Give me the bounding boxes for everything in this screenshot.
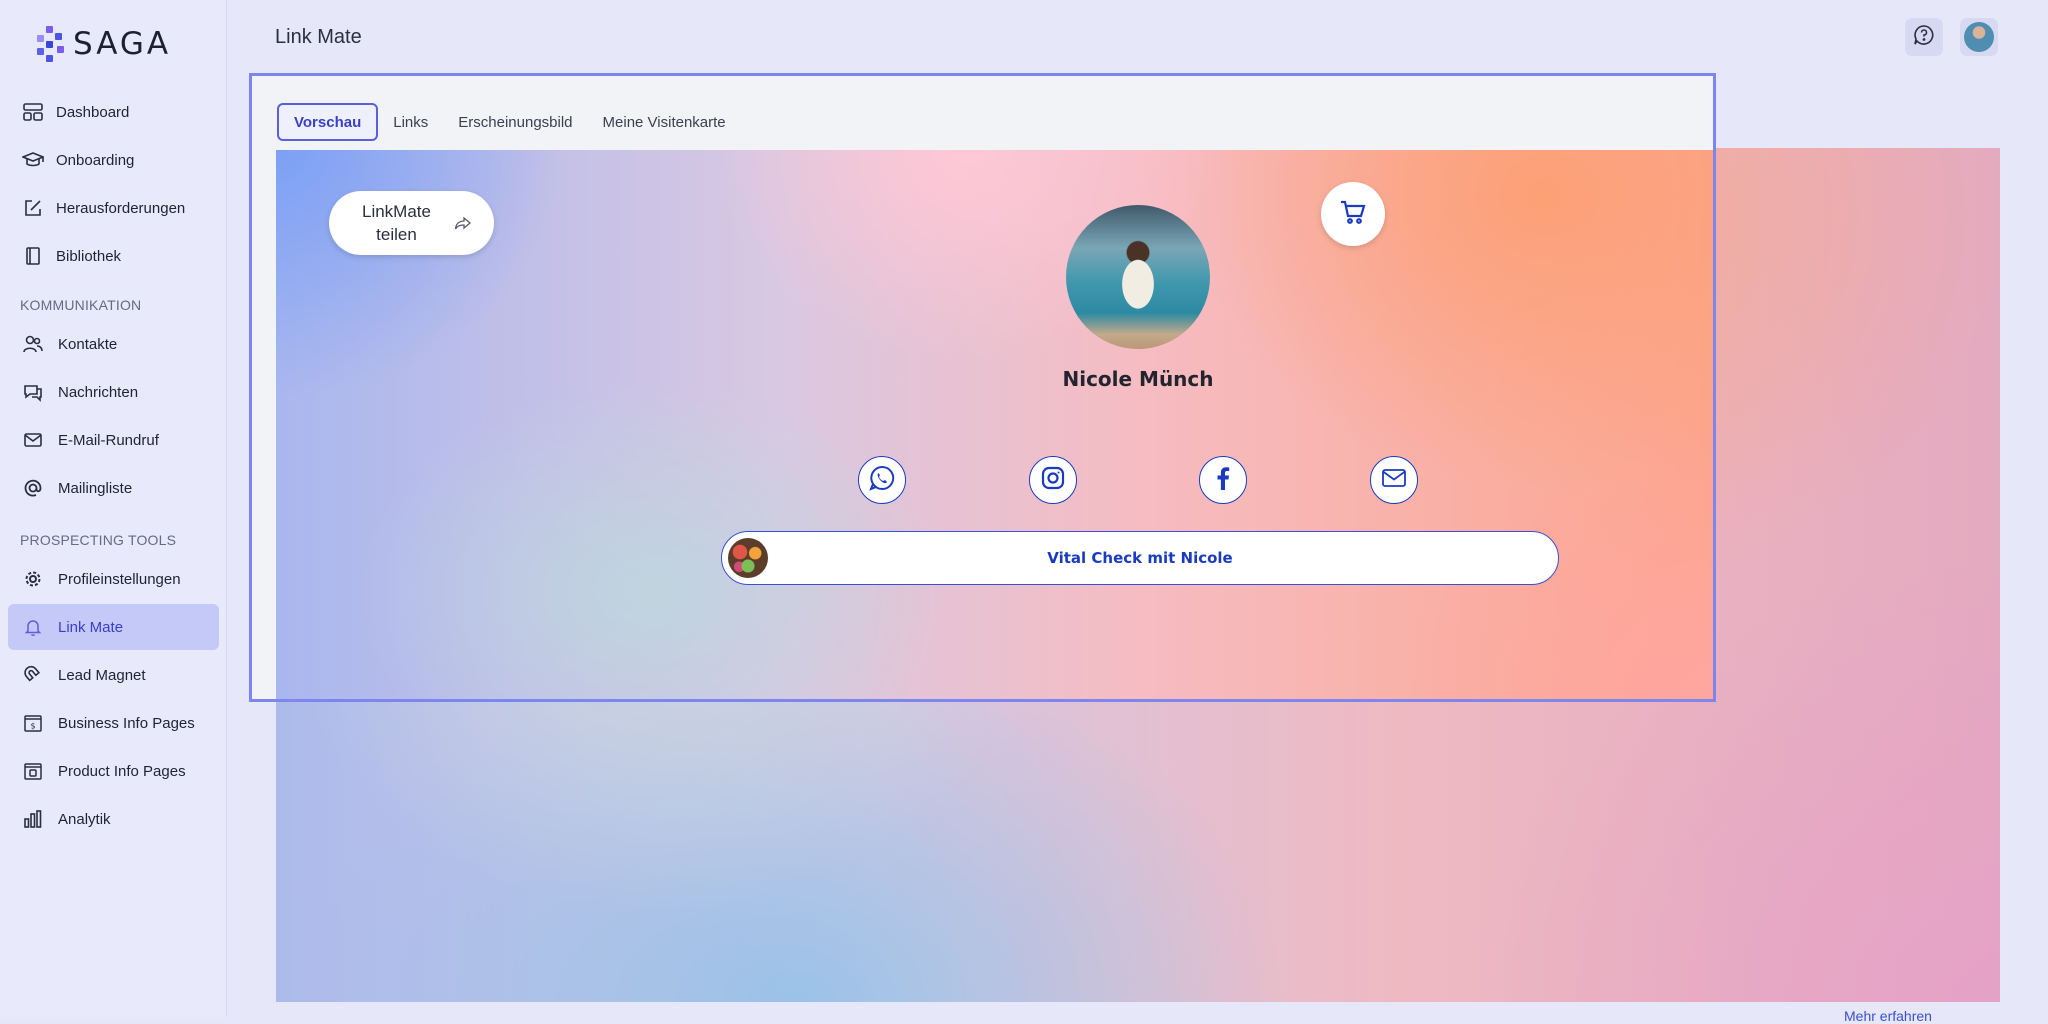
share-linkmate-button[interactable]: LinkMate teilen: [329, 191, 494, 255]
link-button-label: Vital Check mit Nicole: [1047, 549, 1233, 567]
shop-cart-button[interactable]: [1321, 182, 1385, 246]
learn-more-link[interactable]: Mehr erfahren: [1844, 1008, 1932, 1024]
sidebar-item-label: Profileinstellungen: [58, 570, 181, 588]
logo[interactable]: SAGA: [33, 24, 171, 64]
graduation-cap-icon: [22, 149, 44, 171]
sidebar-item-dashboard[interactable]: Dashboard: [8, 89, 219, 135]
gear-icon: [22, 568, 44, 590]
facebook-icon: [1209, 464, 1237, 497]
sidebar-item-label: Dashboard: [56, 103, 130, 121]
sidebar-item-label: Bibliothek: [56, 247, 122, 265]
section-heading-prospecting: PROSPECTING TOOLS: [20, 532, 177, 548]
sidebar-item-label: Herausforderungen: [56, 199, 186, 217]
sidebar-item-onboarding[interactable]: Onboarding: [8, 137, 219, 183]
link-button-vital-check[interactable]: Vital Check mit Nicole: [721, 531, 1559, 585]
sidebar-item-label: Analytik: [58, 810, 111, 828]
shopping-cart-icon: [1338, 197, 1368, 232]
avatar: [1964, 22, 1994, 52]
user-avatar-button[interactable]: [1960, 18, 1998, 56]
profile-photo: [1066, 205, 1210, 349]
page-title: Link Mate: [275, 26, 362, 48]
sidebar-item-label: Lead Magnet: [58, 666, 146, 684]
email-button[interactable]: [1370, 456, 1418, 504]
sidebar-item-lead-magnet[interactable]: Lead Magnet: [8, 652, 219, 698]
link-thumbnail: [728, 538, 768, 578]
whatsapp-icon: [867, 463, 897, 498]
whatsapp-button[interactable]: [858, 456, 906, 504]
sidebar-item-email-rundruf[interactable]: E-Mail-Rundruf: [8, 417, 219, 463]
sidebar-item-profileinstellungen[interactable]: Profileinstellungen: [8, 556, 219, 602]
tab-vorschau[interactable]: Vorschau: [277, 103, 379, 141]
at-icon: [22, 477, 44, 499]
link-mate-panel: Vorschau Links Erscheinungsbild Meine Vi…: [249, 73, 1716, 702]
sidebar-item-product-info-pages[interactable]: Product Info Pages: [8, 748, 219, 794]
edit-square-icon: [22, 197, 44, 219]
linkmate-preview: LinkMate teilen Nicole Münch Vital Check…: [276, 150, 1713, 699]
section-heading-kommunikation: KOMMUNIKATION: [20, 297, 142, 313]
sidebar-item-label: Onboarding: [56, 151, 135, 169]
sidebar-item-link-mate[interactable]: Link Mate: [8, 604, 219, 650]
sidebar-item-label: Link Mate: [58, 618, 124, 636]
sidebar-item-label: Product Info Pages: [58, 762, 186, 780]
magnet-icon: [22, 664, 44, 686]
dashboard-icon: [22, 101, 44, 123]
logo-text: SAGA: [73, 26, 172, 62]
help-chat-icon: [1912, 23, 1936, 52]
instagram-button[interactable]: [1029, 456, 1077, 504]
sidebar-item-mailingliste[interactable]: Mailingliste: [8, 465, 219, 511]
bell-icon: [22, 616, 44, 638]
chat-icon: [22, 381, 44, 403]
sidebar-item-bibliothek[interactable]: Bibliothek: [8, 233, 219, 279]
dollar-page-icon: $: [22, 712, 44, 734]
sidebar-item-nachrichten[interactable]: Nachrichten: [8, 369, 219, 415]
bar-chart-icon: [22, 808, 44, 830]
users-icon: [22, 333, 44, 355]
tab-erscheinungsbild[interactable]: Erscheinungsbild: [443, 104, 587, 140]
mail-icon: [22, 429, 44, 451]
share-button-label: LinkMate teilen: [362, 202, 431, 244]
tab-bar: Vorschau Links Erscheinungsbild Meine Vi…: [277, 103, 741, 141]
mail-icon: [1380, 464, 1408, 497]
share-icon: [454, 214, 472, 232]
book-icon: [22, 245, 44, 267]
sidebar-item-label: Business Info Pages: [58, 714, 195, 732]
svg-text:$: $: [30, 722, 35, 731]
product-page-icon: [22, 760, 44, 782]
sidebar-item-kontakte[interactable]: Kontakte: [8, 321, 219, 367]
profile-name: Nicole Münch: [1062, 367, 1214, 391]
sidebar-item-label: Mailingliste: [58, 479, 133, 497]
sidebar-item-label: E-Mail-Rundruf: [58, 431, 159, 449]
sidebar-item-label: Nachrichten: [58, 383, 139, 401]
sidebar: SAGA Dashboard Onboarding Herausforderun…: [0, 0, 227, 1017]
sidebar-item-herausforderungen[interactable]: Herausforderungen: [8, 185, 219, 231]
sidebar-item-business-info-pages[interactable]: $ Business Info Pages: [8, 700, 219, 746]
facebook-button[interactable]: [1199, 456, 1247, 504]
tab-meine-visitenkarte[interactable]: Meine Visitenkarte: [588, 104, 741, 140]
sidebar-item-label: Kontakte: [58, 335, 118, 353]
help-button[interactable]: [1905, 18, 1943, 56]
instagram-icon: [1039, 464, 1067, 497]
saga-logo-icon: [33, 24, 69, 64]
sidebar-item-analytik[interactable]: Analytik: [8, 796, 219, 842]
tab-links[interactable]: Links: [378, 104, 443, 140]
